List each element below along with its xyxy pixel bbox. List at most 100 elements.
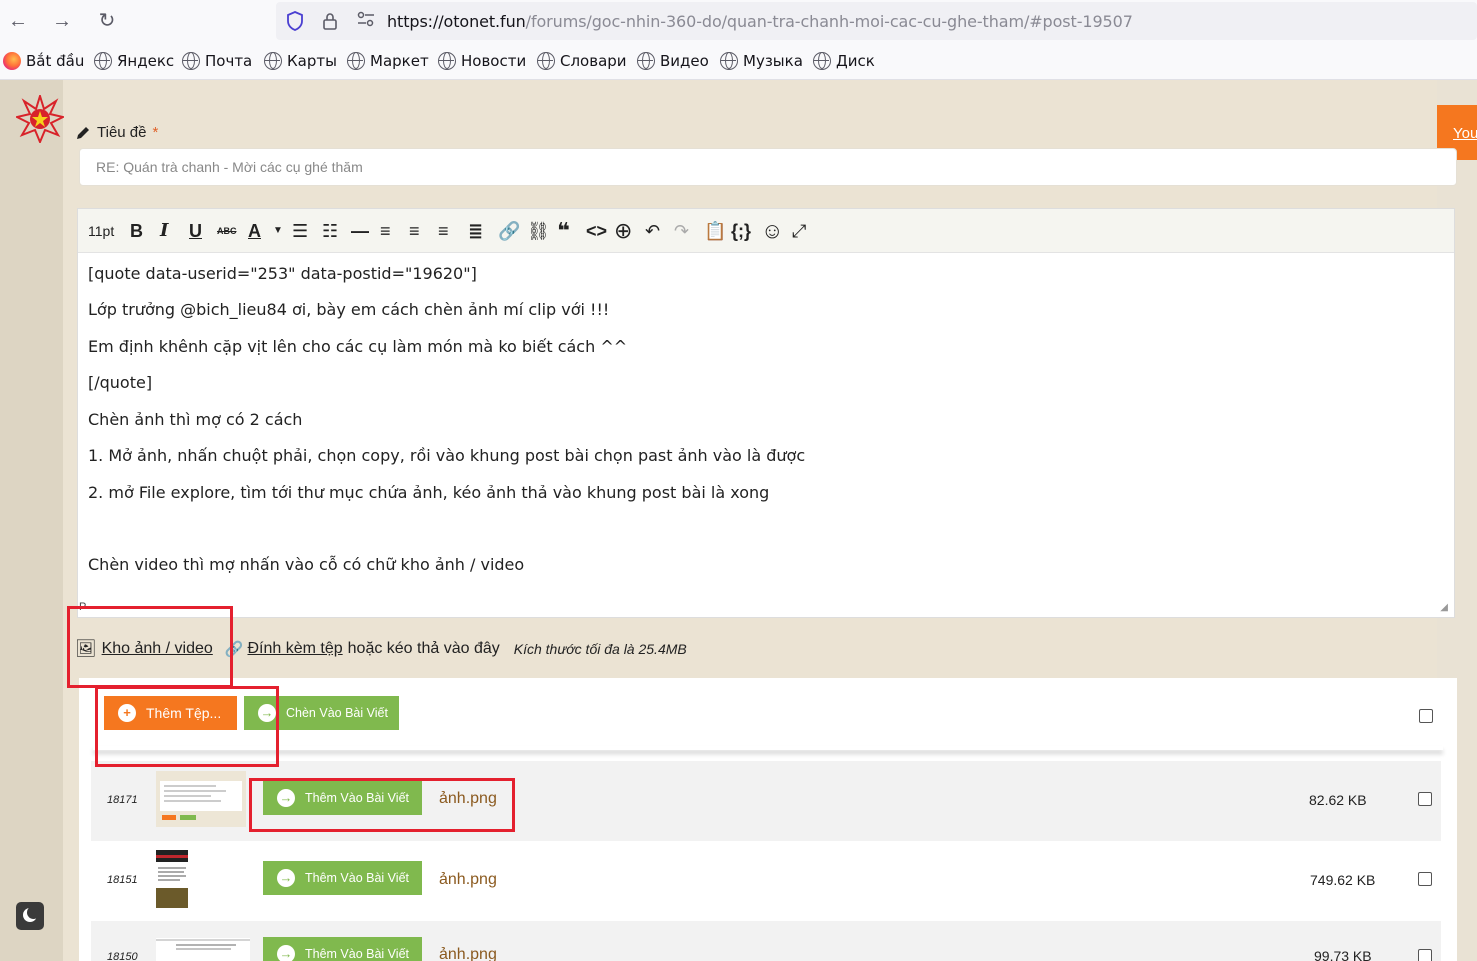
bookmark-item[interactable]: Bắt đầu [3,52,84,70]
align-justify-icon[interactable]: ≣ [468,219,483,243]
bookmark-item[interactable]: Почта [182,52,252,70]
highlight-box [95,686,279,767]
rich-text-editor[interactable]: 11pt B I U ABC A ▼ ☰ ☷ — ≡ ≡ ≡ ≣ 🔗 ⛓ ❝ <… [77,208,1455,618]
reload-icon[interactable]: ↻ [93,7,121,35]
font-size-dropdown[interactable]: 11pt [88,219,114,243]
quote-icon[interactable]: ❝ [557,219,570,243]
code-icon[interactable]: <> [586,219,607,243]
bookmark-item[interactable]: Маркет [347,52,429,70]
shield-icon[interactable] [285,11,305,31]
text-color-icon[interactable]: A [248,219,261,243]
underline-icon[interactable]: U [189,219,202,243]
file-checkbox[interactable] [1418,792,1432,806]
file-id: 18151 [107,874,138,886]
url-text[interactable]: https://otonet.fun/forums/goc-nhin-360-d… [387,12,1133,31]
bookmark-item[interactable]: Словари [537,52,627,70]
site-logo[interactable] [16,95,64,143]
firefox-icon [3,52,21,70]
lock-icon[interactable] [320,11,340,31]
add-to-post-label: Thêm Vào Bài Viết [305,871,409,885]
strikethrough-icon[interactable]: ABC [217,219,237,243]
insert-label: Chèn Vào Bài Viết [286,706,388,720]
add-to-post-button[interactable]: → Thêm Vào Bài Viết [263,937,422,961]
editor-line: [quote data-userid="253" data-postid="19… [88,264,477,283]
forward-icon[interactable]: → [48,7,76,35]
undo-icon[interactable]: ↶ [645,219,660,243]
attach-file-link[interactable]: Đính kèm tệp [247,640,342,658]
editor-toolbar: 11pt B I U ABC A ▼ ☰ ☷ — ≡ ≡ ≡ ≣ 🔗 ⛓ ❝ <… [78,209,1454,253]
url-bar[interactable]: https://otonet.fun/forums/goc-nhin-360-d… [276,2,1477,40]
globe-icon [94,52,112,70]
smiley-icon[interactable]: ☺ [761,219,783,243]
unlink-icon[interactable]: ⛓ [527,219,550,243]
link-icon[interactable]: 🔗 [498,219,520,243]
bullet-list-icon[interactable]: ☰ [292,219,308,243]
bookmark-item[interactable]: Диск [813,52,875,70]
numbered-list-icon[interactable]: ☷ [322,219,338,243]
file-checkbox[interactable] [1418,872,1432,886]
globe-icon [438,52,456,70]
page: You Tiêu đề * RE: Quán trà chanh - Mời c… [0,80,1477,961]
file-thumbnail[interactable] [156,938,250,961]
file-id: 18150 [107,951,138,961]
bookmark-label: Карты [287,52,337,70]
align-left-icon[interactable]: ≡ [380,219,391,243]
bookmark-item[interactable]: Карты [264,52,337,70]
globe-icon [637,52,655,70]
align-right-icon[interactable]: ≡ [438,219,449,243]
file-id: 18171 [107,794,138,806]
add-to-post-label: Thêm Vào Bài Viết [305,947,409,961]
bookmark-label: Музыка [743,52,803,70]
bookmark-item[interactable]: Яндекс [94,52,174,70]
required-mark: * [152,124,159,141]
italic-icon[interactable]: I [160,219,168,243]
left-gutter [0,80,63,961]
align-center-icon[interactable]: ≡ [409,219,420,243]
file-thumbnail[interactable] [156,771,246,827]
globe-icon [813,52,831,70]
resize-handle[interactable]: ◢ [1440,602,1448,613]
pencil-icon [77,126,89,139]
bbcode-icon[interactable]: {;} [731,219,751,243]
highlight-box [67,606,233,688]
dark-mode-toggle[interactable] [16,902,44,930]
highlight-box [249,778,515,832]
divider [93,746,1443,750]
file-thumbnail[interactable] [156,850,188,908]
file-size: 82.62 KB [1309,792,1367,808]
bookmark-label: Яндекс [117,52,175,70]
bookmark-label: Видео [660,52,709,70]
chevron-down-icon[interactable]: ▼ [273,219,283,243]
back-icon[interactable]: ← [4,7,32,35]
globe-icon [347,52,365,70]
file-name[interactable]: ảnh.png [439,946,497,961]
select-all-checkbox[interactable] [1419,709,1433,723]
file-row: 18150 → Thêm Vào Bài Viết ảnh.png 99.73 … [91,921,1441,961]
add-to-post-button[interactable]: → Thêm Vào Bài Viết [263,861,422,895]
redo-icon[interactable]: ↷ [674,219,689,243]
title-label-text: Tiêu đề [97,124,147,141]
bookmark-label: Словари [560,52,627,70]
bold-icon[interactable]: B [130,219,143,243]
globe-icon [720,52,738,70]
file-checkbox[interactable] [1418,949,1432,961]
permissions-icon[interactable] [356,11,376,31]
bookmark-label: Диск [836,52,875,70]
file-size: 99.73 KB [1314,948,1372,961]
insert-icon[interactable]: ⊕ [614,219,632,243]
bookmark-label: Bắt đầu [26,52,85,70]
url-host: https://otonet.fun [387,12,526,31]
globe-icon [182,52,200,70]
bookmark-item[interactable]: Музыка [720,52,803,70]
editor-line: Chèn video thì mợ nhấn vào cỗ có chữ kho… [88,555,525,574]
clipboard-icon[interactable]: 📋 [704,219,726,243]
file-name[interactable]: ảnh.png [439,871,497,889]
horizontal-line-icon[interactable]: — [351,219,369,243]
bookmark-item[interactable]: Видео [637,52,709,70]
fullscreen-icon[interactable]: ⤢ [792,219,806,243]
title-input[interactable]: RE: Quán trà chanh - Mời các cụ ghé thăm [79,148,1457,186]
bookmark-label: Почта [205,52,253,70]
globe-icon [537,52,555,70]
max-size-hint: Kích thước tối đa là 25.4MB [513,641,687,657]
bookmark-item[interactable]: Новости [438,52,526,70]
